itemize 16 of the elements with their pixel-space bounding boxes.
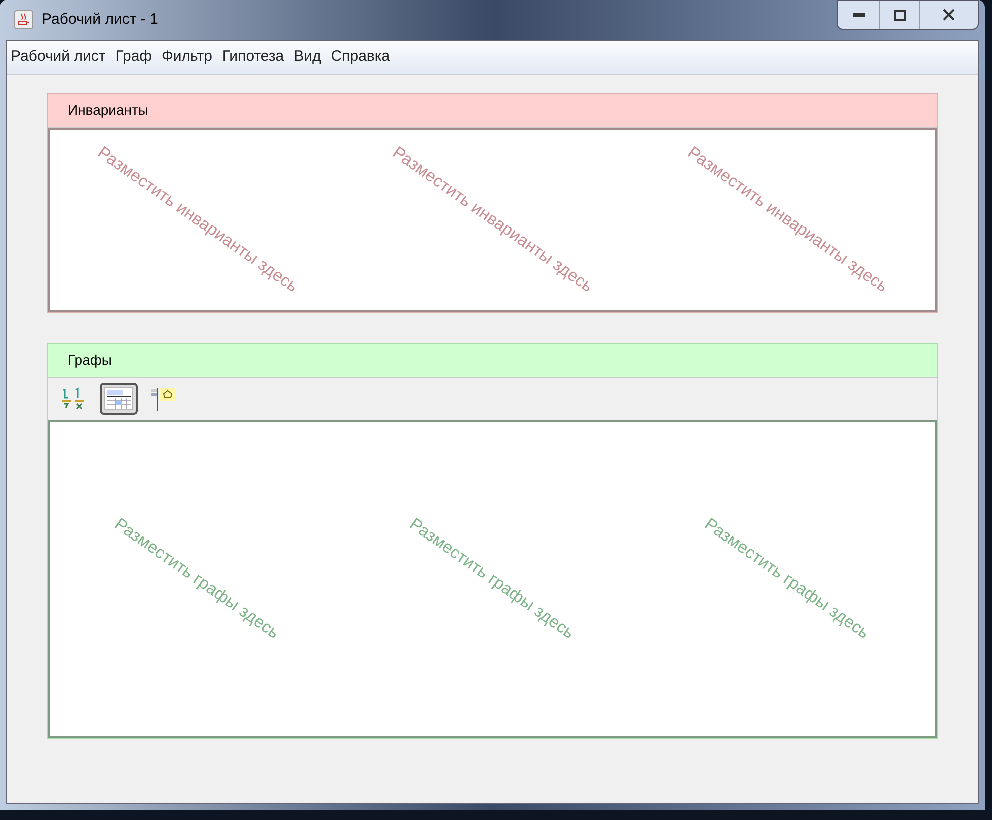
menu-item[interactable]: Фильтр [162,46,212,68]
menu-item[interactable]: Рабочий лист [11,46,106,68]
menu-item[interactable]: Вид [294,46,322,68]
maximize-icon [894,10,906,20]
table-icon [104,386,134,410]
window-title: Рабочий лист - 1 [42,10,158,30]
panel-header: Инварианты [48,94,937,128]
menu-item[interactable]: Граф [116,46,152,68]
close-icon [942,9,956,21]
minimize-icon [852,13,864,17]
menu-item[interactable]: Гипотеза [222,46,284,68]
graph-icon [150,386,178,412]
coffee-cup-icon [14,10,34,30]
toolbar-button[interactable] [100,382,138,414]
panel-header: Графы [48,344,937,378]
menu-item[interactable]: Справка [331,46,390,68]
